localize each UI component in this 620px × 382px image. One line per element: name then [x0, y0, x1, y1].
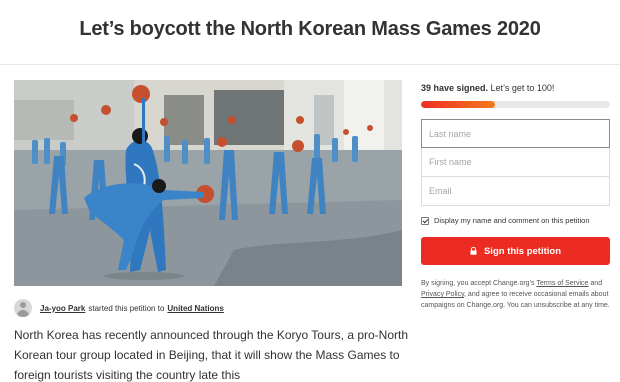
signature-count: 39 have signed. Let’s get to 100! — [421, 83, 554, 93]
sign-petition-button[interactable]: Sign this petition — [421, 237, 610, 265]
legal-text-1: By signing, you accept Change.org’s — [421, 280, 535, 287]
display-name-checkbox[interactable] — [421, 216, 429, 225]
decision-maker-link[interactable]: United Nations — [167, 304, 223, 313]
author-action-text: started this petition to — [88, 303, 165, 313]
lock-icon — [470, 247, 477, 255]
signature-progress-bar — [421, 101, 610, 108]
legal-text-2: and — [590, 280, 603, 287]
email-field[interactable] — [421, 177, 610, 206]
petition-description: North Korea has recently announced throu… — [14, 328, 409, 382]
sign-form — [421, 119, 610, 206]
terms-of-service-link[interactable]: Terms of Service — [536, 280, 588, 287]
first-name-field[interactable] — [421, 148, 610, 177]
header-divider — [0, 64, 620, 65]
display-name-option[interactable]: Display my name and comment on this peti… — [421, 216, 590, 225]
sign-petition-label: Sign this petition — [483, 245, 562, 257]
page-title: Let’s boycott the North Korean Mass Game… — [79, 18, 541, 40]
privacy-policy-link[interactable]: Privacy Policy — [421, 291, 464, 298]
author-link[interactable]: Ja-yoo Park — [40, 304, 85, 313]
signature-count-text: 39 have signed. — [421, 83, 489, 93]
petition-photo — [14, 80, 402, 286]
display-name-label: Display my name and comment on this peti… — [434, 216, 590, 225]
avatar — [14, 299, 32, 317]
petition-author-line: Ja-yoo Park started this petition to Uni… — [14, 298, 224, 318]
last-name-field[interactable] — [421, 119, 610, 148]
legal-notice: By signing, you accept Change.org’s Term… — [421, 278, 611, 312]
signature-progress-fill — [421, 101, 495, 108]
signature-goal-text: Let’s get to 100! — [490, 83, 555, 93]
